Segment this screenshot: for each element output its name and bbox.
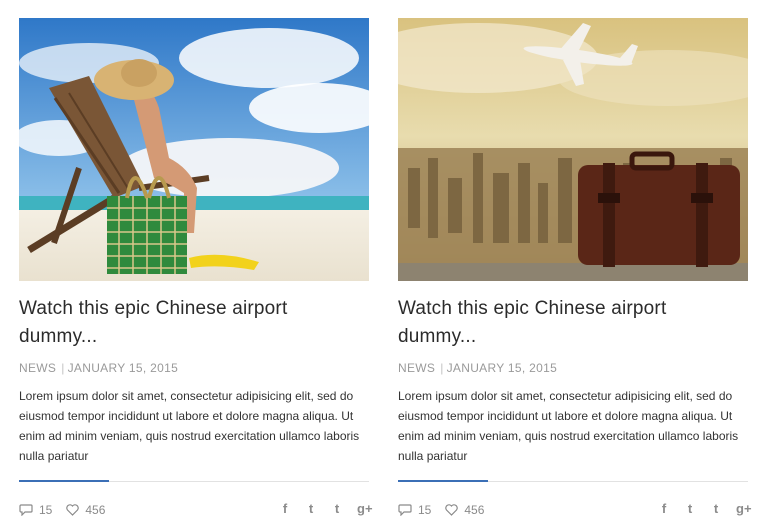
facebook-icon[interactable]: f	[279, 501, 291, 516]
heart-icon	[66, 504, 80, 516]
likes-count[interactable]: 456	[445, 503, 484, 517]
heart-icon	[445, 504, 459, 516]
post-title[interactable]: Watch this epic Chinese airport dummy...	[398, 295, 748, 351]
comment-icon	[398, 504, 412, 516]
likes-count[interactable]: 456	[66, 503, 105, 517]
share-links: f t t g+	[644, 501, 752, 516]
post-stats: 15 456	[398, 503, 498, 517]
twitter-icon[interactable]: t	[684, 501, 696, 516]
post-footer: 15 456 f t t g+	[19, 480, 373, 522]
post-grid: Watch this epic Chinese airport dummy...…	[0, 0, 762, 532]
post-meta: NEWS | JANUARY 15, 2015	[398, 361, 748, 377]
comments-count[interactable]: 15	[398, 503, 431, 517]
tumblr-icon[interactable]: t	[331, 501, 343, 516]
post-title-line1: Watch this epic Chinese airport	[398, 298, 667, 319]
comment-icon	[19, 504, 33, 516]
post-stats: 15 456	[19, 503, 119, 517]
post-card: Watch this epic Chinese airport dummy...…	[398, 18, 752, 517]
likes-value: 456	[85, 503, 106, 517]
meta-separator: |	[440, 361, 444, 375]
accent-line	[398, 480, 488, 482]
share-links: f t t g+	[265, 501, 373, 516]
post-excerpt: Lorem ipsum dolor sit amet, consectetur …	[398, 389, 739, 463]
comments-count[interactable]: 15	[19, 503, 52, 517]
post-category[interactable]: NEWS	[398, 361, 435, 375]
post-title-line2: dummy...	[19, 326, 98, 347]
twitter-icon[interactable]: t	[305, 501, 317, 516]
google-plus-icon[interactable]: g+	[736, 501, 752, 516]
tumblr-icon[interactable]: t	[710, 501, 722, 516]
accent-line	[19, 480, 109, 482]
post-image-beach[interactable]	[19, 18, 369, 281]
post-footer: 15 456 f t t g+	[398, 480, 752, 522]
post-image-travel[interactable]	[398, 18, 748, 281]
likes-value: 456	[464, 503, 485, 517]
post-title-line1: Watch this epic Chinese airport	[19, 298, 288, 319]
post-category[interactable]: NEWS	[19, 361, 56, 375]
post-meta: NEWS | JANUARY 15, 2015	[19, 361, 369, 377]
post-title[interactable]: Watch this epic Chinese airport dummy...	[19, 295, 369, 351]
facebook-icon[interactable]: f	[658, 501, 670, 516]
post-date: JANUARY 15, 2015	[67, 361, 179, 375]
post-card: Watch this epic Chinese airport dummy...…	[19, 18, 373, 517]
comments-value: 15	[418, 503, 432, 517]
comments-value: 15	[39, 503, 53, 517]
meta-separator: |	[61, 361, 65, 375]
google-plus-icon[interactable]: g+	[357, 501, 373, 516]
post-date: JANUARY 15, 2015	[446, 361, 558, 375]
post-excerpt: Lorem ipsum dolor sit amet, consectetur …	[19, 389, 360, 463]
post-title-line2: dummy...	[398, 326, 477, 347]
